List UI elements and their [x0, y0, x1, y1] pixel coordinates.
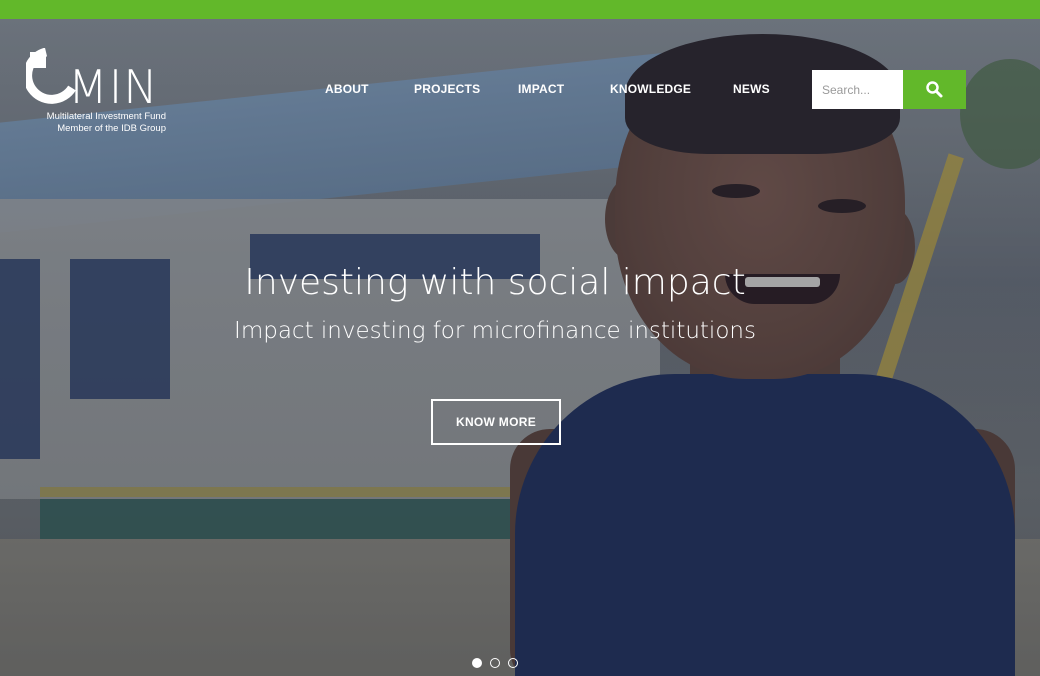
nav-item-about[interactable]: ABOUT [325, 82, 369, 96]
carousel-dot[interactable] [508, 658, 518, 668]
nav-item-impact[interactable]: IMPACT [518, 82, 564, 96]
logo-wordmark: MIN [68, 60, 159, 114]
hero-subtitle: Impact investing for microfinance instit… [234, 318, 756, 344]
carousel-dot[interactable] [490, 658, 500, 668]
carousel-dot[interactable] [472, 658, 482, 668]
search-input[interactable] [812, 70, 903, 109]
logo-tagline-line: Member of the IDB Group [57, 123, 166, 134]
logo-tagline-line: Multilateral Investment Fund [46, 111, 166, 122]
site-logo[interactable]: MIN Multilateral Investment Fund Member … [26, 48, 176, 138]
search-icon [926, 81, 943, 98]
nav-item-knowledge[interactable]: KNOWLEDGE [610, 82, 691, 96]
logo-tagline: Multilateral Investment Fund Member of t… [47, 111, 166, 135]
hero-title: Investing with social impact [244, 262, 746, 303]
search-form [812, 70, 966, 109]
search-button[interactable] [903, 70, 966, 109]
nav-item-news[interactable]: NEWS [733, 82, 770, 96]
top-accent-bar [0, 0, 1040, 19]
know-more-button[interactable]: KNOW MORE [431, 399, 561, 445]
nav-item-projects[interactable]: PROJECTS [414, 82, 480, 96]
